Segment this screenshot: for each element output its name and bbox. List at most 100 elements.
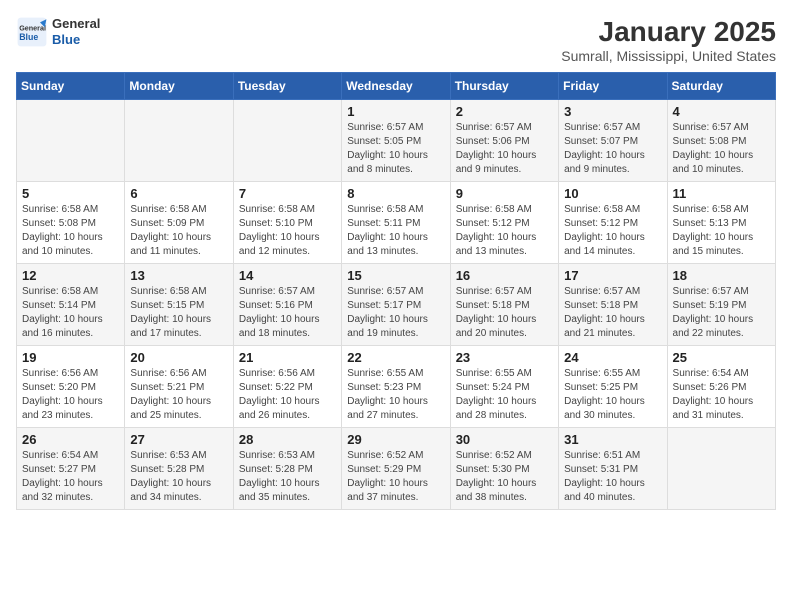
day-info: Sunrise: 6:58 AM Sunset: 5:11 PM Dayligh… xyxy=(347,203,444,259)
weekday-header: Friday xyxy=(559,73,667,100)
day-info: Sunrise: 6:57 AM Sunset: 5:06 PM Dayligh… xyxy=(456,121,553,177)
day-info: Sunrise: 6:56 AM Sunset: 5:20 PM Dayligh… xyxy=(22,367,119,423)
calendar-cell: 13 Sunrise: 6:58 AM Sunset: 5:15 PM Dayli… xyxy=(125,264,233,346)
day-info: Sunrise: 6:57 AM Sunset: 5:19 PM Dayligh… xyxy=(673,285,770,341)
day-info: Sunrise: 6:58 AM Sunset: 5:15 PM Dayligh… xyxy=(130,285,227,341)
day-info: Sunrise: 6:55 AM Sunset: 5:25 PM Dayligh… xyxy=(564,367,661,423)
day-number: 17 xyxy=(564,268,661,283)
page-header: General Blue GeneralBlue January 2025 Su… xyxy=(16,16,776,64)
calendar-cell: 26 Sunrise: 6:54 AM Sunset: 5:27 PM Dayli… xyxy=(17,428,125,510)
day-info: Sunrise: 6:57 AM Sunset: 5:17 PM Dayligh… xyxy=(347,285,444,341)
calendar-week-row: 19 Sunrise: 6:56 AM Sunset: 5:20 PM Dayli… xyxy=(17,346,776,428)
calendar-cell xyxy=(233,100,341,182)
weekday-header: Saturday xyxy=(667,73,775,100)
day-number: 31 xyxy=(564,432,661,447)
calendar-week-row: 12 Sunrise: 6:58 AM Sunset: 5:14 PM Dayli… xyxy=(17,264,776,346)
day-number: 6 xyxy=(130,186,227,201)
day-number: 26 xyxy=(22,432,119,447)
title-block: January 2025 Sumrall, Mississippi, Unite… xyxy=(561,16,776,64)
day-info: Sunrise: 6:53 AM Sunset: 5:28 PM Dayligh… xyxy=(130,449,227,505)
page-title: January 2025 xyxy=(561,16,776,48)
day-number: 20 xyxy=(130,350,227,365)
day-info: Sunrise: 6:57 AM Sunset: 5:16 PM Dayligh… xyxy=(239,285,336,341)
calendar-table: SundayMondayTuesdayWednesdayThursdayFrid… xyxy=(16,72,776,510)
day-info: Sunrise: 6:57 AM Sunset: 5:18 PM Dayligh… xyxy=(564,285,661,341)
calendar-cell: 5 Sunrise: 6:58 AM Sunset: 5:08 PM Daylig… xyxy=(17,182,125,264)
svg-text:Blue: Blue xyxy=(19,32,38,42)
calendar-cell: 1 Sunrise: 6:57 AM Sunset: 5:05 PM Daylig… xyxy=(342,100,450,182)
day-info: Sunrise: 6:55 AM Sunset: 5:24 PM Dayligh… xyxy=(456,367,553,423)
day-info: Sunrise: 6:56 AM Sunset: 5:22 PM Dayligh… xyxy=(239,367,336,423)
day-info: Sunrise: 6:54 AM Sunset: 5:27 PM Dayligh… xyxy=(22,449,119,505)
logo: General Blue GeneralBlue xyxy=(16,16,100,48)
day-number: 15 xyxy=(347,268,444,283)
day-number: 5 xyxy=(22,186,119,201)
day-number: 13 xyxy=(130,268,227,283)
day-number: 16 xyxy=(456,268,553,283)
day-number: 21 xyxy=(239,350,336,365)
calendar-cell: 7Sunrise: 6:58 AM Sunset: 5:10 PM Daylig… xyxy=(233,182,341,264)
logo-icon: General Blue xyxy=(16,16,48,48)
calendar-cell xyxy=(125,100,233,182)
day-number: 29 xyxy=(347,432,444,447)
weekday-header: Wednesday xyxy=(342,73,450,100)
calendar-cell xyxy=(667,428,775,510)
logo-text: GeneralBlue xyxy=(52,16,100,47)
day-number: 23 xyxy=(456,350,553,365)
day-number: 18 xyxy=(673,268,770,283)
calendar-cell: 8 Sunrise: 6:58 AM Sunset: 5:11 PM Daylig… xyxy=(342,182,450,264)
calendar-cell: 31 Sunrise: 6:51 AM Sunset: 5:31 PM Dayli… xyxy=(559,428,667,510)
day-info: Sunrise: 6:54 AM Sunset: 5:26 PM Dayligh… xyxy=(673,367,770,423)
day-info: Sunrise: 6:58 AM Sunset: 5:14 PM Dayligh… xyxy=(22,285,119,341)
day-info: Sunrise: 6:58 AM Sunset: 5:10 PM Dayligh… xyxy=(239,203,336,259)
calendar-cell: 18 Sunrise: 6:57 AM Sunset: 5:19 PM Dayli… xyxy=(667,264,775,346)
weekday-header: Monday xyxy=(125,73,233,100)
day-info: Sunrise: 6:57 AM Sunset: 5:07 PM Dayligh… xyxy=(564,121,661,177)
calendar-cell: 6Sunrise: 6:58 AM Sunset: 5:09 PM Daylig… xyxy=(125,182,233,264)
day-number: 3 xyxy=(564,104,661,119)
weekday-header: Sunday xyxy=(17,73,125,100)
day-number: 10 xyxy=(564,186,661,201)
day-info: Sunrise: 6:57 AM Sunset: 5:18 PM Dayligh… xyxy=(456,285,553,341)
calendar-cell: 23 Sunrise: 6:55 AM Sunset: 5:24 PM Dayli… xyxy=(450,346,558,428)
calendar-cell: 21 Sunrise: 6:56 AM Sunset: 5:22 PM Dayli… xyxy=(233,346,341,428)
day-number: 30 xyxy=(456,432,553,447)
calendar-cell: 22 Sunrise: 6:55 AM Sunset: 5:23 PM Dayli… xyxy=(342,346,450,428)
calendar-cell: 15 Sunrise: 6:57 AM Sunset: 5:17 PM Dayli… xyxy=(342,264,450,346)
day-number: 22 xyxy=(347,350,444,365)
day-info: Sunrise: 6:58 AM Sunset: 5:13 PM Dayligh… xyxy=(673,203,770,259)
day-info: Sunrise: 6:58 AM Sunset: 5:12 PM Dayligh… xyxy=(456,203,553,259)
day-number: 19 xyxy=(22,350,119,365)
day-info: Sunrise: 6:57 AM Sunset: 5:05 PM Dayligh… xyxy=(347,121,444,177)
day-number: 8 xyxy=(347,186,444,201)
calendar-cell: 28Sunrise: 6:53 AM Sunset: 5:28 PM Dayli… xyxy=(233,428,341,510)
calendar-cell: 9 Sunrise: 6:58 AM Sunset: 5:12 PM Daylig… xyxy=(450,182,558,264)
calendar-header: SundayMondayTuesdayWednesdayThursdayFrid… xyxy=(17,73,776,100)
day-info: Sunrise: 6:51 AM Sunset: 5:31 PM Dayligh… xyxy=(564,449,661,505)
day-number: 12 xyxy=(22,268,119,283)
day-number: 9 xyxy=(456,186,553,201)
calendar-cell: 16 Sunrise: 6:57 AM Sunset: 5:18 PM Dayli… xyxy=(450,264,558,346)
day-number: 11 xyxy=(673,186,770,201)
page-subtitle: Sumrall, Mississippi, United States xyxy=(561,48,776,64)
day-number: 24 xyxy=(564,350,661,365)
calendar-cell: 27Sunrise: 6:53 AM Sunset: 5:28 PM Dayli… xyxy=(125,428,233,510)
calendar-cell: 24 Sunrise: 6:55 AM Sunset: 5:25 PM Dayli… xyxy=(559,346,667,428)
svg-text:General: General xyxy=(19,23,46,32)
calendar-week-row: 5 Sunrise: 6:58 AM Sunset: 5:08 PM Daylig… xyxy=(17,182,776,264)
calendar-cell: 11 Sunrise: 6:58 AM Sunset: 5:13 PM Dayli… xyxy=(667,182,775,264)
day-number: 1 xyxy=(347,104,444,119)
day-number: 28 xyxy=(239,432,336,447)
day-info: Sunrise: 6:58 AM Sunset: 5:08 PM Dayligh… xyxy=(22,203,119,259)
calendar-cell: 19 Sunrise: 6:56 AM Sunset: 5:20 PM Dayli… xyxy=(17,346,125,428)
calendar-cell: 10Sunrise: 6:58 AM Sunset: 5:12 PM Dayli… xyxy=(559,182,667,264)
day-number: 4 xyxy=(673,104,770,119)
day-number: 2 xyxy=(456,104,553,119)
calendar-week-row: 26 Sunrise: 6:54 AM Sunset: 5:27 PM Dayli… xyxy=(17,428,776,510)
day-info: Sunrise: 6:55 AM Sunset: 5:23 PM Dayligh… xyxy=(347,367,444,423)
calendar-week-row: 1 Sunrise: 6:57 AM Sunset: 5:05 PM Daylig… xyxy=(17,100,776,182)
day-info: Sunrise: 6:52 AM Sunset: 5:30 PM Dayligh… xyxy=(456,449,553,505)
day-info: Sunrise: 6:57 AM Sunset: 5:08 PM Dayligh… xyxy=(673,121,770,177)
calendar-cell: 17 Sunrise: 6:57 AM Sunset: 5:18 PM Dayli… xyxy=(559,264,667,346)
calendar-cell: 20Sunrise: 6:56 AM Sunset: 5:21 PM Dayli… xyxy=(125,346,233,428)
